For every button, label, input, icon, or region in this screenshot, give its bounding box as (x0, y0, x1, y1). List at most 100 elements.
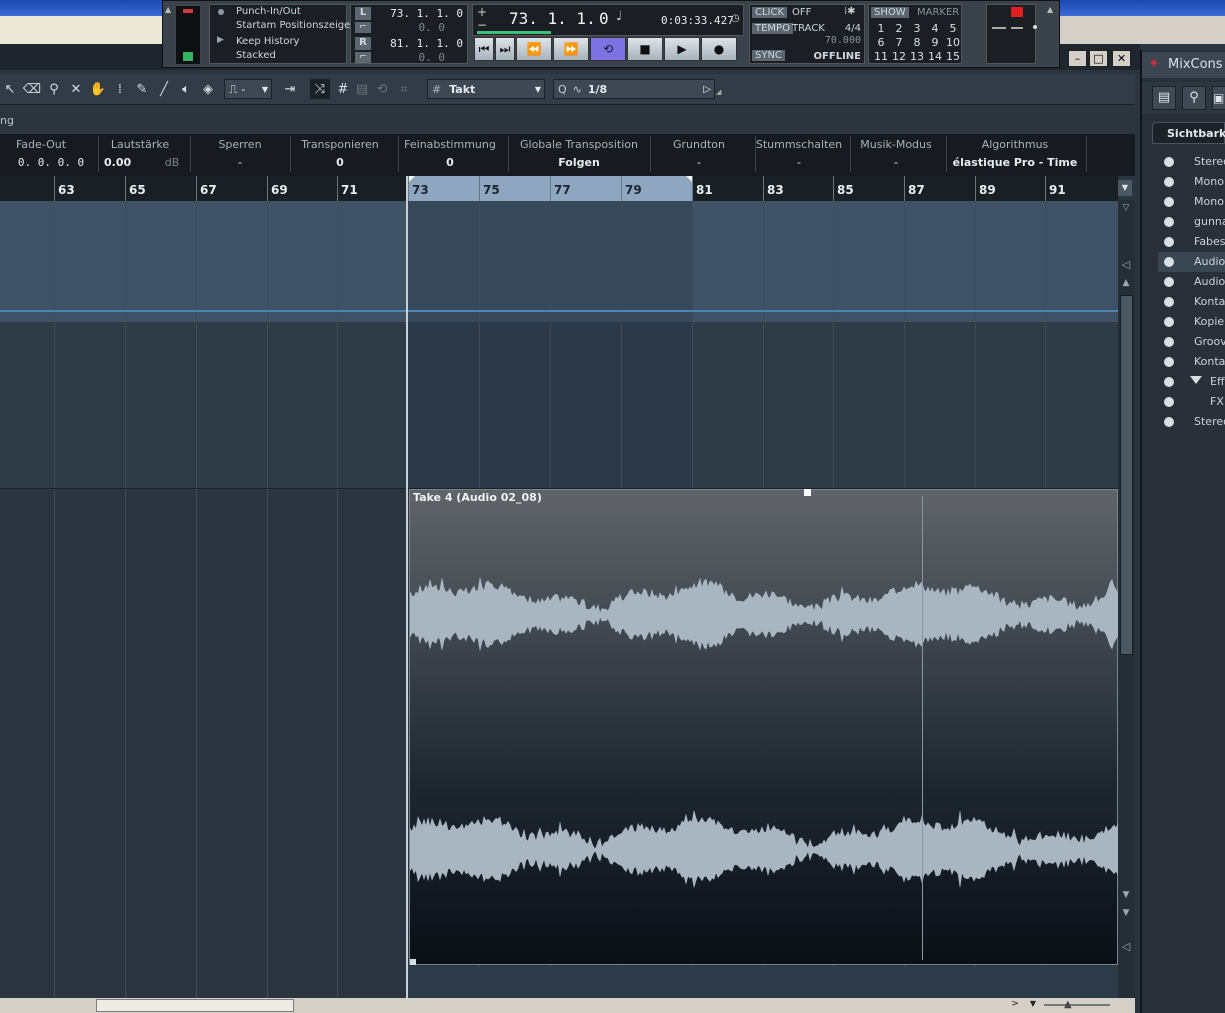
visibility-dot-icon[interactable] (1164, 417, 1174, 427)
info-value-transpose[interactable]: 0 (290, 156, 390, 169)
scroll-right-icon[interactable]: > (1008, 999, 1022, 1012)
mixconsole-channel-row[interactable]: Audio (1158, 252, 1225, 272)
clip-indicator[interactable] (1011, 7, 1023, 17)
info-value-fade-out[interactable]: 0. 0. 0. 0 (2, 156, 100, 169)
play-button[interactable]: ▶ (664, 37, 700, 61)
mixconsole-channel-row[interactable]: gunna (1158, 212, 1225, 232)
ruler-dropdown-icon[interactable]: ▼ (1118, 180, 1132, 196)
zoom-menu-icon[interactable]: ▼ (1119, 908, 1133, 922)
sync-button[interactable]: SYNC (752, 50, 785, 61)
vertical-scroll-thumb[interactable] (1120, 295, 1133, 655)
object-select-icon[interactable]: ↖ (0, 79, 20, 99)
marker-button[interactable]: 4 (926, 22, 944, 36)
mixconsole-channel-row[interactable]: Mono (1158, 192, 1225, 212)
visibility-dot-icon[interactable] (1164, 377, 1174, 387)
horizontal-scroll-thumb[interactable] (96, 999, 294, 1012)
zoom-thumb-icon[interactable]: ▲ (1064, 999, 1072, 1010)
scroll-down-arrow-icon[interactable]: ▼ (1119, 890, 1133, 904)
marker-button[interactable]: 10 (944, 36, 962, 50)
line-icon[interactable]: ╱ (154, 79, 174, 99)
pencil-icon[interactable]: ✎ (132, 79, 152, 99)
mixconsole-channel-row[interactable]: Audio (1158, 272, 1225, 292)
right-locator-value[interactable]: 81. 1. 1. 0 (390, 37, 463, 50)
mute-tool-icon[interactable]: ✕ (66, 79, 86, 99)
signature[interactable]: 4/4 (845, 23, 861, 34)
marker-button[interactable]: 12 (890, 50, 908, 64)
visibility-dot-icon[interactable] (1164, 217, 1174, 227)
marker-button[interactable]: 2 (890, 22, 908, 36)
marker-button[interactable]: 7 (890, 36, 908, 50)
left-locator-button[interactable]: L (355, 7, 371, 20)
nudge-dropdown[interactable]: ⎍ - ▼ (224, 79, 272, 99)
visibility-dot-icon[interactable] (1164, 197, 1174, 207)
grid-type-dropdown[interactable]: # Takt ▼ (427, 79, 545, 99)
snap-cursor-icon[interactable]: ⌗ (394, 79, 414, 99)
tempo-value[interactable]: 70.000 (825, 35, 861, 46)
quantize-dropdown[interactable]: Q ∿ 1/8 ▷ (553, 79, 715, 99)
go-to-end-button[interactable]: ⏭ (495, 37, 515, 61)
mixconsole-channel-row[interactable]: Eff (1158, 372, 1225, 392)
stacked-label[interactable]: Stacked (236, 50, 276, 61)
rewind-button[interactable]: ⏪ (516, 37, 552, 61)
left-locator-value[interactable]: 73. 1. 1. 0 (390, 7, 463, 20)
visibility-dot-icon[interactable] (1164, 397, 1174, 407)
visibility-dot-icon[interactable] (1164, 337, 1174, 347)
zoom-presets-icon[interactable]: ▼ (1026, 999, 1040, 1012)
punch-in-icon[interactable]: ⌐ (355, 22, 371, 33)
forward-button[interactable]: ⏩ (553, 37, 589, 61)
info-value-musical-mode[interactable]: - (850, 156, 942, 169)
mixconsole-channel-row[interactable]: Groov (1158, 332, 1225, 352)
record-button[interactable]: ● (701, 37, 737, 61)
hand-icon[interactable]: ✋ (88, 79, 108, 99)
position-ticks[interactable]: 0 (599, 9, 609, 28)
color-tool-icon[interactable]: ◈ (198, 79, 218, 99)
automation-line[interactable] (0, 310, 1118, 312)
keep-history-label[interactable]: Keep History (236, 36, 299, 47)
volume-handle[interactable] (804, 489, 811, 496)
horizontal-zoom-slider[interactable] (1044, 1004, 1110, 1006)
snap-toggle-icon[interactable]: ⤨ (310, 79, 330, 99)
position-time[interactable]: 0:03:33.427 (661, 14, 734, 27)
right-locator-button[interactable]: R (355, 37, 371, 50)
transport-menu-icon[interactable]: ▲ (1047, 5, 1053, 14)
visibility-dot-icon[interactable] (1164, 257, 1174, 267)
marker-button[interactable]: 6 (872, 36, 890, 50)
mixconsole-channel-row[interactable]: Fabes (1158, 232, 1225, 252)
collapse-arrow-icon[interactable]: ▲ (165, 5, 171, 14)
rack-icon[interactable]: ▣ (1212, 86, 1225, 110)
mixconsole-channel-row[interactable]: Mono (1158, 172, 1225, 192)
channel-list-icon[interactable]: ▤ (1152, 86, 1176, 110)
plus-icon[interactable]: + (477, 5, 487, 19)
grid-icon[interactable]: # (333, 79, 353, 99)
click-settings-icon[interactable]: ⁞✱ (844, 6, 856, 17)
visibility-dot-icon[interactable] (1164, 277, 1174, 287)
snap-events-icon[interactable]: ⟲ (372, 79, 392, 99)
visibility-dot-icon[interactable] (1164, 317, 1174, 327)
project-cursor[interactable] (922, 496, 923, 960)
toolbar-more-icon[interactable]: ◢ (716, 88, 721, 96)
visibility-dot-icon[interactable] (1164, 177, 1174, 187)
maximize-button[interactable]: □ (1089, 50, 1108, 67)
scroll-up-arrow-icon[interactable]: ▲ (1119, 278, 1133, 292)
snap-grid-icon[interactable]: ▤ (352, 79, 372, 99)
click-button[interactable]: CLICK (752, 7, 788, 18)
minimize-button[interactable]: – (1068, 50, 1087, 67)
cycle-start-handle[interactable] (409, 176, 415, 182)
visibility-dot-icon[interactable] (1164, 357, 1174, 367)
marker-button[interactable]: 13 (908, 50, 926, 64)
marker-button[interactable]: 15 (944, 50, 962, 64)
go-to-start-button[interactable]: ⏮ (474, 37, 494, 61)
folder-expand-icon[interactable] (1190, 376, 1202, 384)
mixconsole-channel-row[interactable]: Stereo (1158, 412, 1225, 432)
fade-handle[interactable] (410, 959, 416, 965)
mixconsole-channel-row[interactable]: Stereo (1158, 152, 1225, 172)
info-value-global-transpose[interactable]: Folgen (508, 156, 650, 169)
eraser-icon[interactable]: ⌫ (22, 79, 42, 99)
visibility-dot-icon[interactable] (1164, 297, 1174, 307)
info-value-finetune[interactable]: 0 (398, 156, 502, 169)
zoom-icon[interactable]: ⚲ (44, 79, 64, 99)
cycle-button[interactable]: ⟲ (590, 37, 626, 61)
marker-button[interactable]: 11 (872, 50, 890, 64)
marker-button[interactable]: 8 (908, 36, 926, 50)
scroll-up-icon[interactable]: ▽ (1119, 203, 1133, 216)
